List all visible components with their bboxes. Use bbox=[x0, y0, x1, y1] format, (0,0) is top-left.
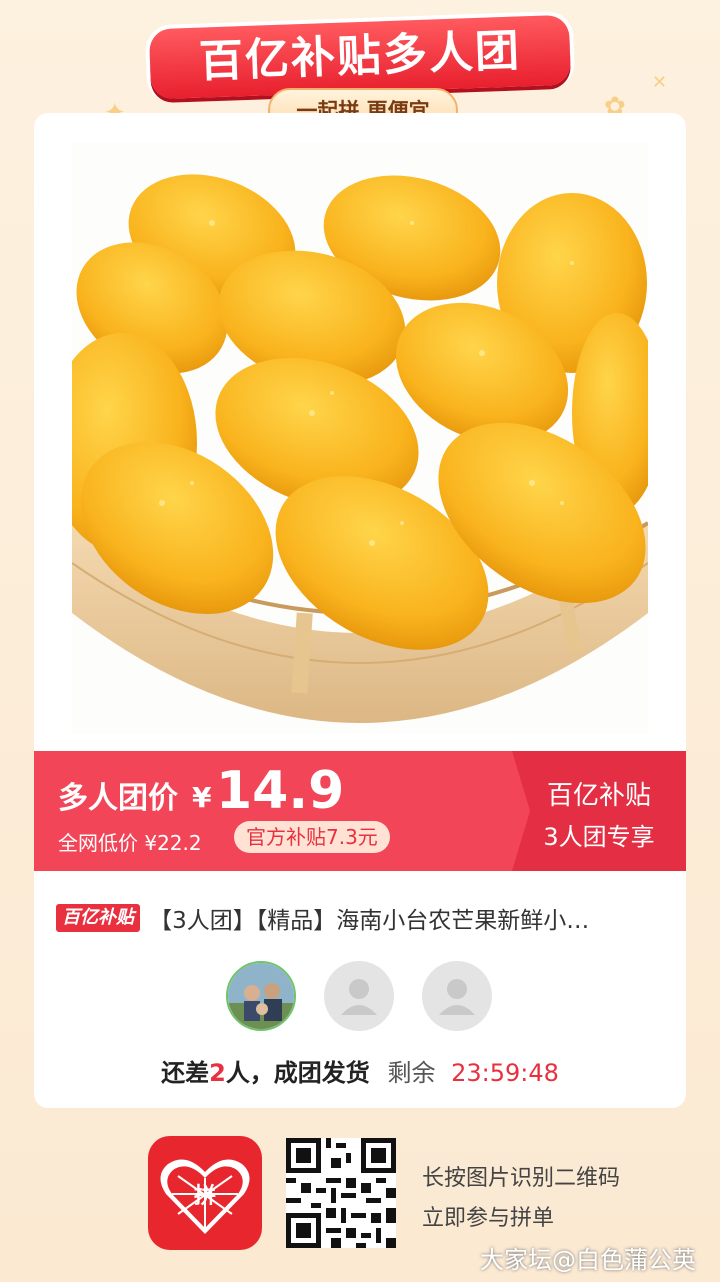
price-bar: 多人团价 ¥ 14.9 全网低价 ¥22.2 官方补贴7.3元 百亿补贴 3人团… bbox=[34, 751, 686, 871]
banner: 百亿补贴多人团 bbox=[148, 14, 572, 100]
subsidy-tag: 百亿补贴 bbox=[56, 904, 140, 932]
remaining-label: 剩余 bbox=[387, 1059, 436, 1087]
subsidy-panel: 百亿补贴 3人团专享 bbox=[512, 751, 686, 871]
empty-slot-avatar bbox=[422, 961, 492, 1031]
app-logo[interactable]: 拼 bbox=[148, 1136, 262, 1250]
market-low-price: 全网低价 ¥22.2 bbox=[58, 831, 202, 855]
product-title-row[interactable]: 百亿补贴 【3人团】【精品】海南小台农芒果新鲜小… bbox=[56, 901, 666, 935]
mango-basket-illustration bbox=[47, 174, 662, 723]
footer-hint-line2: 立即参与拼单 bbox=[422, 1206, 555, 1231]
status-suffix: 人，成团发货 bbox=[225, 1059, 370, 1087]
subsidy-panel-title: 百亿补贴 bbox=[546, 781, 651, 811]
sparkle-icon: ✕ bbox=[652, 72, 668, 93]
group-status: 还差2人，成团发货 剩余 23:59:48 bbox=[34, 1053, 686, 1088]
product-card[interactable]: 多人团价 ¥ 14.9 全网低价 ¥22.2 官方补贴7.3元 百亿补贴 3人团… bbox=[34, 113, 686, 1108]
countdown-timer: 23:59:48 bbox=[451, 1059, 559, 1087]
member-photo-icon bbox=[228, 963, 294, 1029]
currency-symbol: ¥ bbox=[192, 781, 212, 814]
missing-count: 2 bbox=[209, 1059, 226, 1087]
product-title: 【3人团】【精品】海南小台农芒果新鲜小… bbox=[149, 908, 590, 934]
user-placeholder-icon bbox=[439, 979, 475, 1015]
app-logo-text: 拼 bbox=[193, 1184, 216, 1209]
subsidy-panel-subtitle: 3人团专享 bbox=[543, 823, 655, 851]
footer-hint-line1: 长按图片识别二维码 bbox=[422, 1166, 621, 1191]
banner-title: 百亿补贴多人团 bbox=[148, 14, 572, 100]
user-placeholder-icon bbox=[341, 979, 377, 1015]
qr-code-icon bbox=[286, 1138, 396, 1248]
status-prefix: 还差 bbox=[161, 1059, 210, 1087]
group-price-label: 多人团价 bbox=[58, 781, 178, 816]
product-image[interactable] bbox=[47, 143, 662, 733]
watermark: 大家坛@白色蒲公英 bbox=[480, 1246, 696, 1274]
group-members bbox=[226, 961, 496, 1033]
group-price-value: 14.9 bbox=[216, 761, 345, 821]
subsidy-badge: 官方补贴7.3元 bbox=[234, 821, 390, 853]
empty-slot-avatar bbox=[324, 961, 394, 1031]
qr-code[interactable] bbox=[286, 1138, 396, 1248]
member-avatar[interactable] bbox=[226, 961, 296, 1031]
